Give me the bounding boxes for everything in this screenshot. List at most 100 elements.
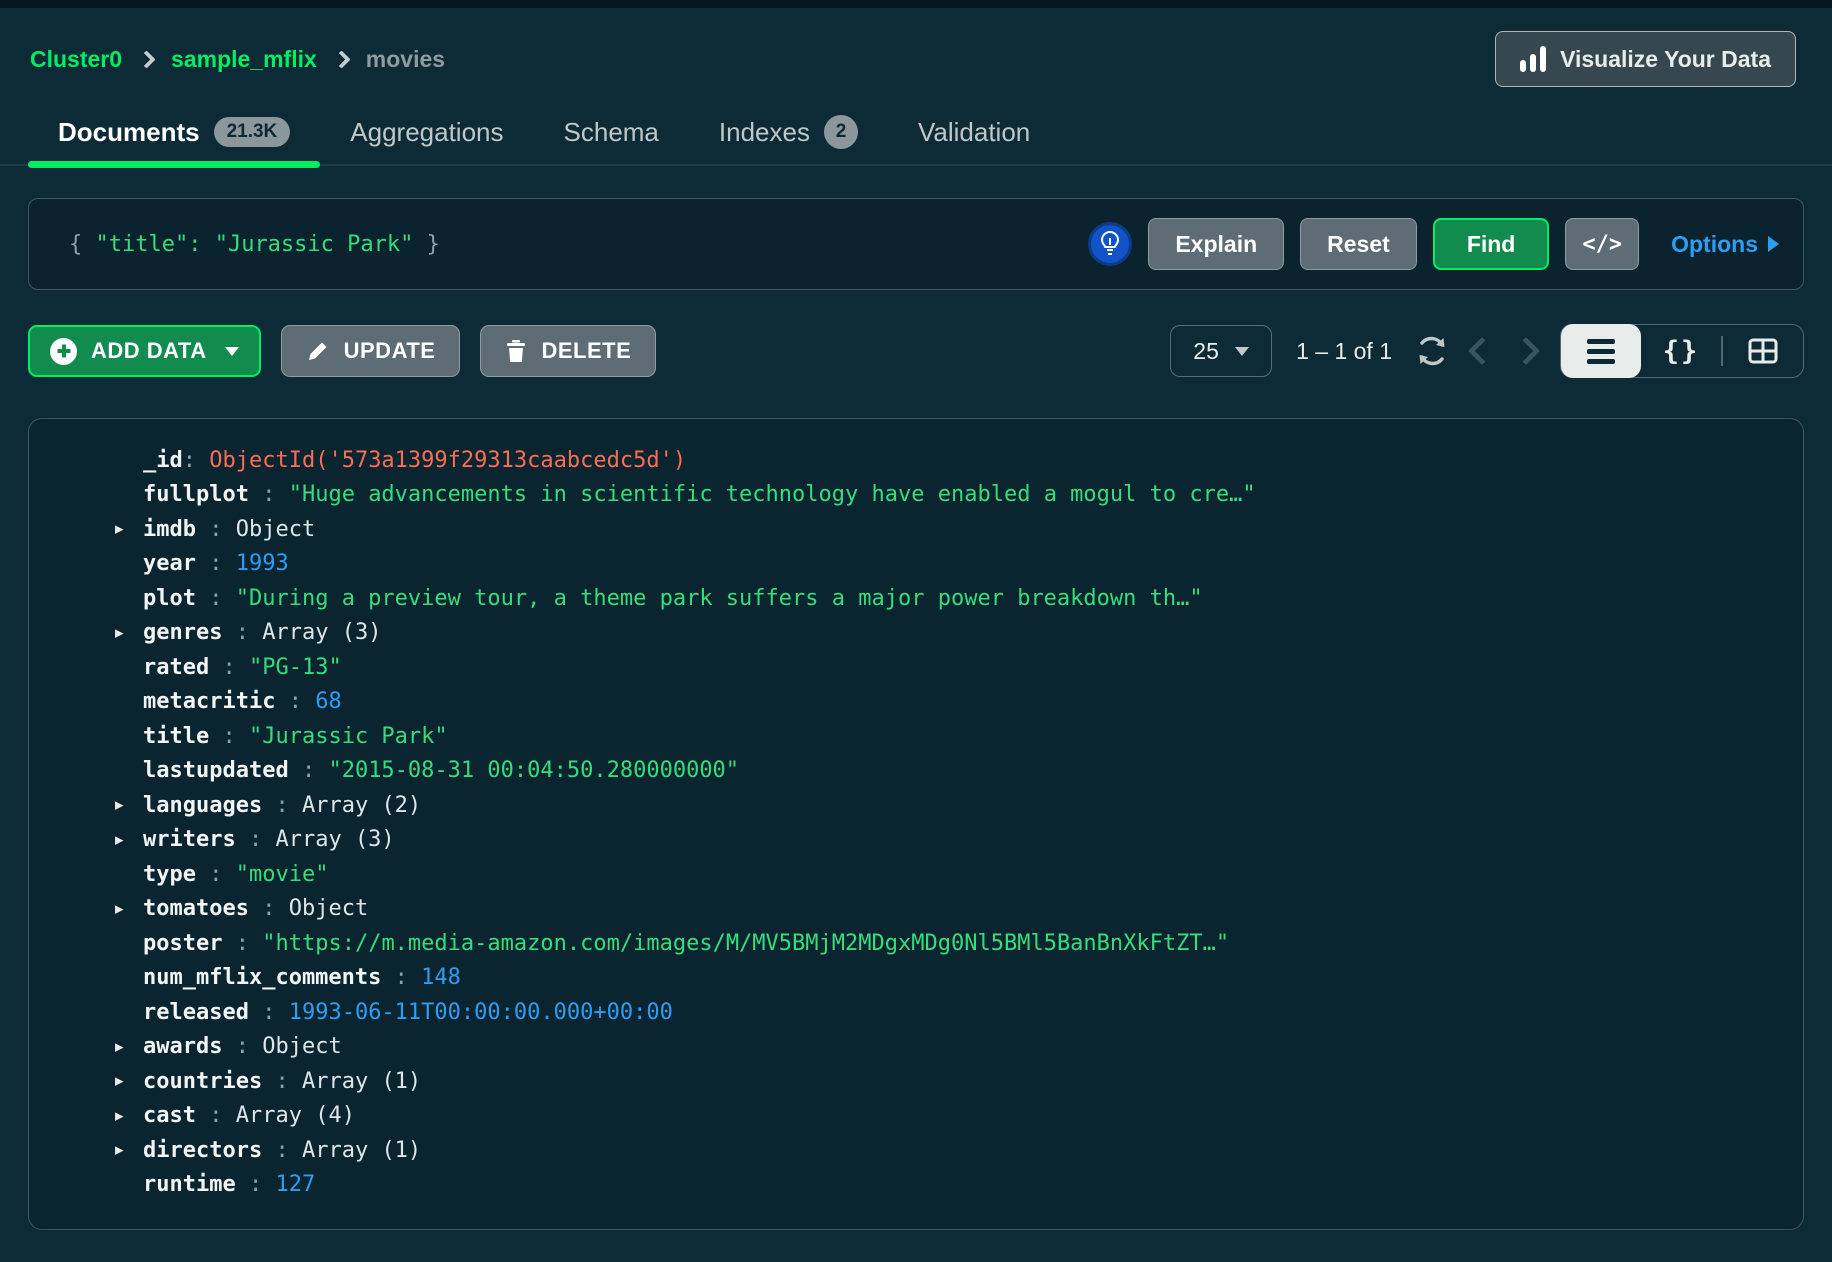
query-options-toggle[interactable]: Options — [1671, 231, 1779, 258]
tab-schema[interactable]: Schema — [534, 100, 689, 164]
document-row-num_mflix_comments[interactable]: num_mflix_comments : 148 — [29, 961, 1773, 996]
next-page-button[interactable] — [1516, 341, 1536, 361]
visualize-your-data-button[interactable]: Visualize Your Data — [1495, 31, 1796, 87]
field-key: cast — [143, 1103, 196, 1128]
query-bar: { "title": "Jurassic Park" } Explain Res… — [28, 198, 1804, 290]
field-separator: : — [249, 1000, 289, 1025]
document-row-imdb[interactable]: imdb : Object — [29, 512, 1773, 547]
query-input[interactable]: { "title": "Jurassic Park" } — [69, 232, 1072, 257]
curly-braces-icon: {} — [1663, 336, 1700, 367]
field-value: Array (4) — [236, 1103, 355, 1128]
tab-aggregations[interactable]: Aggregations — [320, 100, 533, 164]
document-row-_id[interactable]: _id : ObjectId('573a1399f29313caabcedc5d… — [29, 443, 1773, 478]
tab-indexes-label: Indexes — [719, 117, 810, 148]
field-key: num_mflix_comments — [143, 965, 381, 990]
field-value: 127 — [275, 1172, 315, 1197]
document-row-fullplot[interactable]: fullplot : "Huge advancements in scienti… — [29, 478, 1773, 513]
expand-caret-icon — [115, 692, 143, 712]
document-row-genres[interactable]: genres : Array (3) — [29, 616, 1773, 651]
previous-page-button[interactable] — [1472, 341, 1492, 361]
expand-caret-icon[interactable] — [115, 1037, 143, 1057]
document-row-writers[interactable]: writers : Array (3) — [29, 823, 1773, 858]
document-row-runtime[interactable]: runtime : 127 — [29, 1168, 1773, 1203]
breadcrumb-database-link[interactable]: sample_mflix — [171, 46, 317, 73]
expand-caret-icon[interactable] — [115, 795, 143, 815]
refresh-button[interactable] — [1416, 335, 1448, 367]
field-separator: : — [249, 482, 289, 507]
document-row-directors[interactable]: directors : Array (1) — [29, 1133, 1773, 1168]
result-range-text: 1 – 1 of 1 — [1296, 338, 1392, 365]
query-body: "title": "Jurassic Park" — [96, 232, 414, 257]
view-switcher: {} — [1560, 324, 1804, 378]
field-value: "Jurassic Park" — [249, 724, 448, 749]
add-data-button[interactable]: ADD DATA — [28, 325, 261, 377]
document-card: _id : ObjectId('573a1399f29313caabcedc5d… — [28, 418, 1804, 1230]
export-to-language-button[interactable]: </> — [1565, 218, 1639, 270]
breadcrumb-cluster-link[interactable]: Cluster0 — [30, 46, 122, 73]
field-separator: : — [196, 862, 236, 887]
window-top-strip — [0, 0, 1832, 8]
delete-button[interactable]: DELETE — [480, 325, 656, 377]
field-separator: : — [289, 758, 329, 783]
options-label: Options — [1671, 231, 1758, 258]
document-row-awards[interactable]: awards : Object — [29, 1030, 1773, 1065]
document-row-rated[interactable]: rated : "PG-13" — [29, 650, 1773, 685]
tab-schema-label: Schema — [564, 117, 659, 148]
field-value: Array (1) — [302, 1138, 421, 1163]
field-separator: : — [262, 1069, 302, 1094]
expand-caret-icon[interactable] — [115, 1106, 143, 1126]
list-view-button[interactable] — [1561, 324, 1641, 378]
expand-caret-icon[interactable] — [115, 623, 143, 643]
explain-button[interactable]: Explain — [1148, 218, 1284, 270]
table-view-button[interactable] — [1723, 324, 1803, 378]
field-separator: : — [222, 1034, 262, 1059]
document-row-metacritic[interactable]: metacritic : 68 — [29, 685, 1773, 720]
expand-caret-icon[interactable] — [115, 1071, 143, 1091]
page-size-value: 25 — [1193, 338, 1219, 365]
expand-caret-icon[interactable] — [115, 519, 143, 539]
reset-button[interactable]: Reset — [1300, 218, 1417, 270]
field-value: "During a preview tour, a theme park suf… — [236, 586, 1203, 611]
document-row-plot[interactable]: plot : "During a preview tour, a theme p… — [29, 581, 1773, 616]
document-row-year[interactable]: year : 1993 — [29, 547, 1773, 582]
document-row-countries[interactable]: countries : Array (1) — [29, 1064, 1773, 1099]
tab-aggregations-label: Aggregations — [350, 117, 503, 148]
tab-documents[interactable]: Documents 21.3K — [28, 100, 320, 164]
field-separator: : — [222, 931, 262, 956]
expand-caret-icon[interactable] — [115, 830, 143, 850]
document-row-languages[interactable]: languages : Array (2) — [29, 788, 1773, 823]
field-key: type — [143, 862, 196, 887]
pencil-icon — [306, 339, 330, 363]
field-value: Array (3) — [275, 827, 394, 852]
tab-validation[interactable]: Validation — [888, 100, 1060, 164]
options-expand-arrow-icon — [1768, 236, 1779, 252]
update-button[interactable]: UPDATE — [281, 325, 461, 377]
expand-caret-icon[interactable] — [115, 1140, 143, 1160]
visualize-button-label: Visualize Your Data — [1560, 46, 1771, 73]
document-row-released[interactable]: released : 1993-06-11T00:00:00.000+00:00 — [29, 995, 1773, 1030]
tab-indexes[interactable]: Indexes 2 — [689, 100, 888, 164]
document-row-cast[interactable]: cast : Array (4) — [29, 1099, 1773, 1134]
field-value: 68 — [315, 689, 342, 714]
field-separator: : — [222, 620, 262, 645]
page-size-select[interactable]: 25 — [1170, 325, 1272, 377]
expand-caret-icon — [115, 1175, 143, 1195]
field-key: runtime — [143, 1172, 236, 1197]
document-row-poster[interactable]: poster : "https://m.media-amazon.com/ima… — [29, 926, 1773, 961]
field-separator: : — [275, 689, 315, 714]
document-row-tomatoes[interactable]: tomatoes : Object — [29, 892, 1773, 927]
field-key: poster — [143, 931, 222, 956]
expand-caret-icon — [115, 588, 143, 608]
field-key: released — [143, 1000, 249, 1025]
document-row-title[interactable]: title : "Jurassic Park" — [29, 719, 1773, 754]
field-key: rated — [143, 655, 209, 680]
query-insights-lightbulb-icon[interactable] — [1088, 222, 1132, 266]
expand-caret-icon[interactable] — [115, 899, 143, 919]
document-row-type[interactable]: type : "movie" — [29, 857, 1773, 892]
json-view-button[interactable]: {} — [1641, 324, 1721, 378]
document-row-lastupdated[interactable]: lastupdated : "2015-08-31 00:04:50.28000… — [29, 754, 1773, 789]
field-value: Array (2) — [302, 793, 421, 818]
find-button[interactable]: Find — [1433, 218, 1550, 270]
tab-validation-label: Validation — [918, 117, 1030, 148]
field-value: Array (3) — [262, 620, 381, 645]
